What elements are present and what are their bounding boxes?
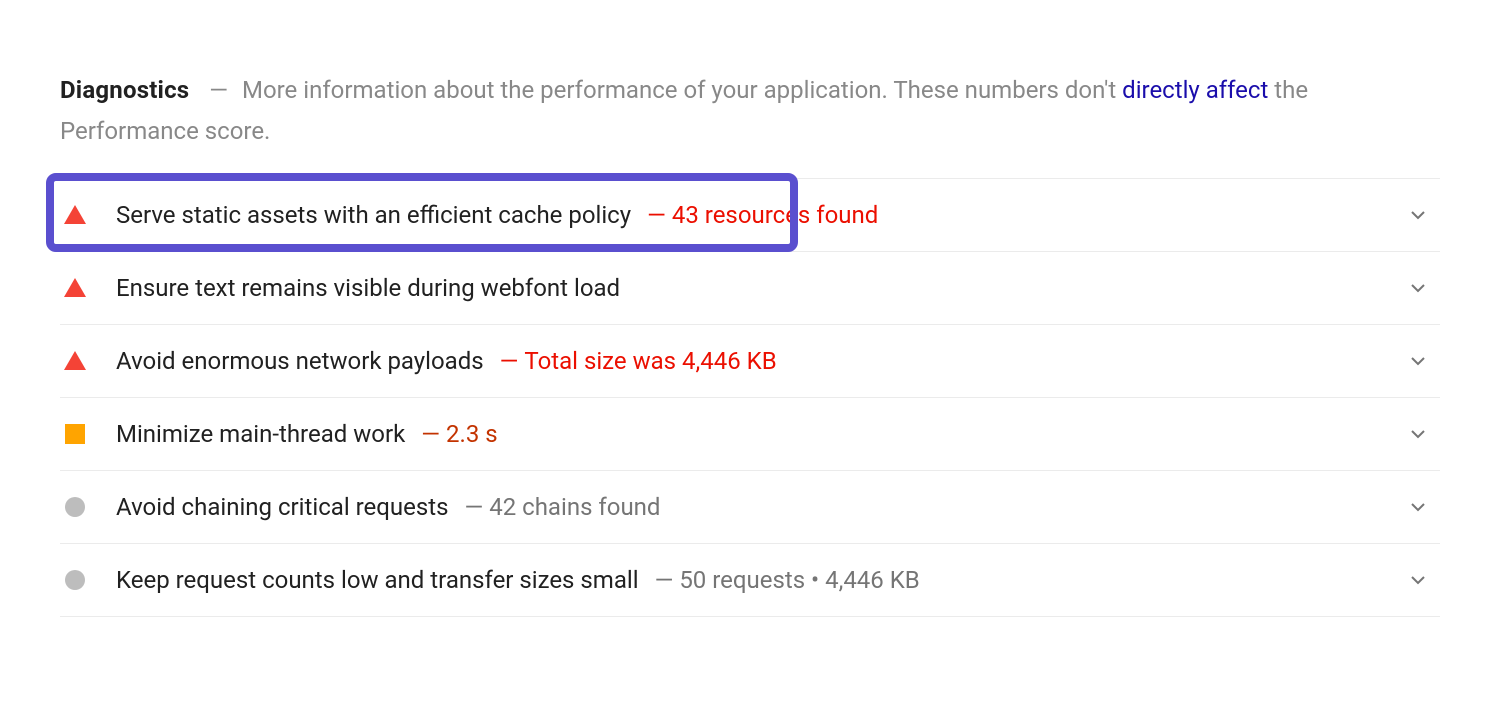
chevron-down-icon[interactable] xyxy=(1406,349,1430,373)
chevron-down-icon[interactable] xyxy=(1406,568,1430,592)
audit-title: Serve static assets with an efficient ca… xyxy=(116,201,631,229)
audit-detail: —42 chains found xyxy=(464,493,660,521)
header-desc-before: More information about the performance o… xyxy=(242,76,1122,104)
chevron-down-icon[interactable] xyxy=(1406,495,1430,519)
fail-triangle-icon xyxy=(64,204,86,226)
detail-dash: — xyxy=(655,566,674,594)
detail-dash: — xyxy=(421,420,440,448)
fail-triangle-icon xyxy=(64,350,86,372)
directly-affect-link[interactable]: directly affect xyxy=(1122,76,1268,104)
fail-triangle-icon xyxy=(64,277,86,299)
audit-row[interactable]: Minimize main-thread work —2.3 s xyxy=(60,398,1440,471)
audit-detail-text: 2.3 s xyxy=(446,420,498,448)
audit-row[interactable]: Ensure text remains visible during webfo… xyxy=(60,252,1440,325)
average-square-icon xyxy=(64,423,86,445)
audit-list: Serve static assets with an efficient ca… xyxy=(60,178,1440,617)
diagnostics-header: Diagnostics — More information about the… xyxy=(60,70,1440,152)
audit-title: Avoid chaining critical requests xyxy=(116,493,448,521)
audit-detail-text: 42 chains found xyxy=(489,493,660,521)
audit-row[interactable]: Serve static assets with an efficient ca… xyxy=(60,179,1440,252)
audit-title: Keep request counts low and transfer siz… xyxy=(116,566,639,594)
header-dash: — xyxy=(209,76,228,104)
info-circle-icon xyxy=(64,496,86,518)
audit-title: Avoid enormous network payloads xyxy=(116,347,484,375)
audit-detail: —Total size was 4,446 KB xyxy=(500,347,777,375)
audit-detail: —2.3 s xyxy=(421,420,497,448)
audit-detail: —50 requests • 4,446 KB xyxy=(655,566,920,594)
chevron-down-icon[interactable] xyxy=(1406,422,1430,446)
audit-detail-text: 43 resources found xyxy=(672,201,878,229)
detail-dash: — xyxy=(464,493,483,521)
audit-detail-text: Total size was 4,446 KB xyxy=(524,347,776,375)
chevron-down-icon[interactable] xyxy=(1406,276,1430,300)
audit-title: Minimize main-thread work xyxy=(116,420,405,448)
audit-detail: —43 resources found xyxy=(647,201,878,229)
detail-dash: — xyxy=(647,201,666,229)
detail-dash: — xyxy=(500,347,519,375)
audit-detail-text: 50 requests • 4,446 KB xyxy=(679,566,919,594)
audit-title: Ensure text remains visible during webfo… xyxy=(116,274,620,302)
audit-row[interactable]: Avoid chaining critical requests —42 chai… xyxy=(60,471,1440,544)
chevron-down-icon[interactable] xyxy=(1406,203,1430,227)
audit-row[interactable]: Avoid enormous network payloads —Total si… xyxy=(60,325,1440,398)
info-circle-icon xyxy=(64,569,86,591)
audit-row[interactable]: Keep request counts low and transfer siz… xyxy=(60,544,1440,617)
section-title: Diagnostics xyxy=(60,76,189,104)
